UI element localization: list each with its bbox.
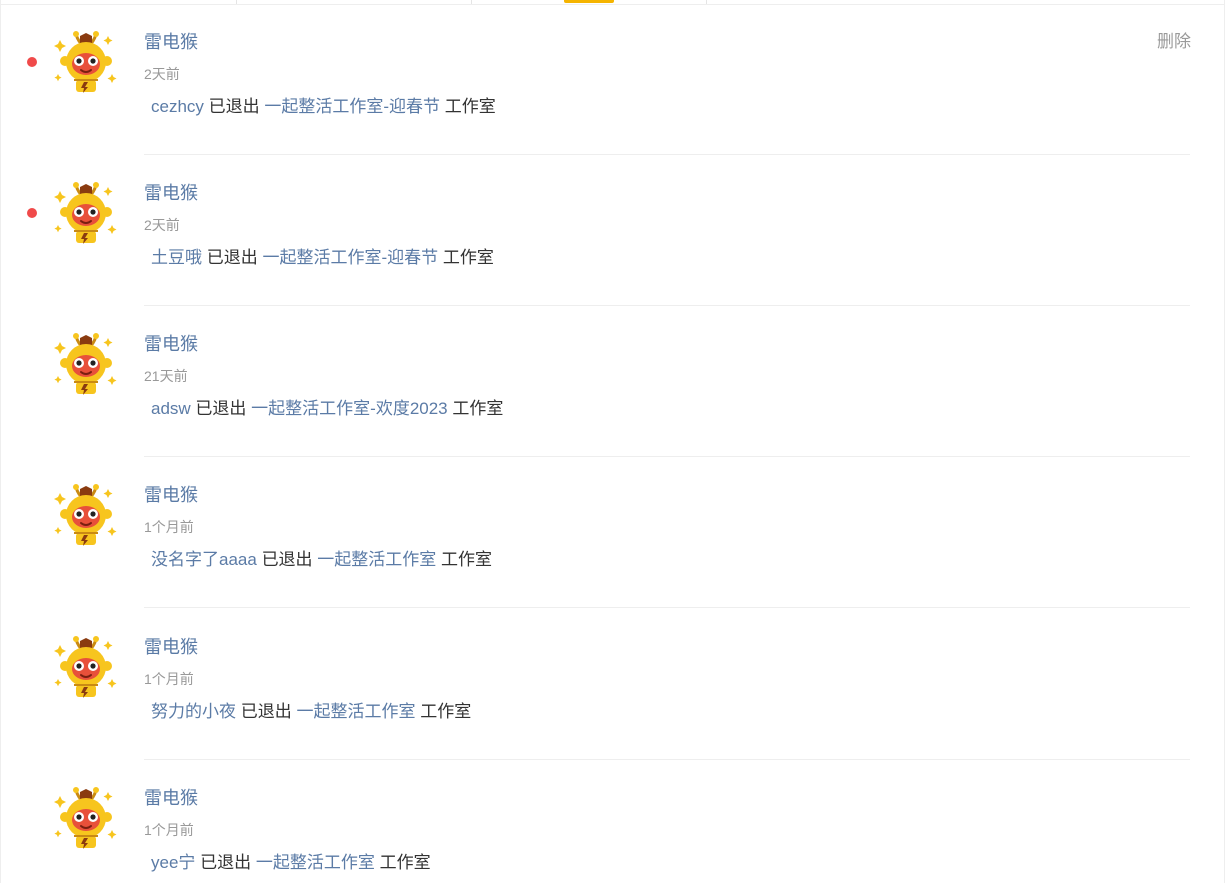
action-text: 已退出: [261, 550, 313, 569]
message-content: 努力的小夜 已退出 一起整活工作室 工作室: [151, 700, 471, 724]
action-text: 已退出: [206, 248, 258, 267]
avatar[interactable]: [54, 332, 118, 396]
studio-suffix: 工作室: [442, 248, 494, 267]
message-content: 没名字了aaaa 已退出 一起整活工作室 工作室: [151, 548, 492, 572]
message-time: 2天前: [144, 66, 180, 82]
message-time: 2天前: [144, 217, 180, 233]
studio-suffix: 工作室: [441, 550, 493, 569]
studio-suffix: 工作室: [452, 399, 504, 418]
studio-suffix: 工作室: [444, 97, 496, 116]
monkey-mascot-icon: [54, 333, 117, 395]
sender-name[interactable]: 雷电猴: [144, 30, 198, 54]
delete-button[interactable]: 删除: [1157, 30, 1191, 54]
message-time: 1个月前: [144, 519, 194, 535]
action-text: 已退出: [208, 97, 260, 116]
studio-link[interactable]: 一起整活工作室-迎春节: [262, 248, 438, 267]
sender-name[interactable]: 雷电猴: [144, 635, 198, 659]
monkey-mascot-icon: [54, 484, 117, 546]
studio-link[interactable]: 一起整活工作室: [256, 853, 375, 872]
message-content: cezhcy 已退出 一起整活工作室-迎春节 工作室: [151, 95, 496, 119]
message-content: adsw 已退出 一起整活工作室-欢度2023 工作室: [151, 397, 503, 421]
message-item: 雷电猴 1个月前 yee宁 已退出 一起整活工作室 工作室: [1, 756, 1225, 883]
action-text: 已退出: [240, 702, 292, 721]
studio-link[interactable]: 一起整活工作室-迎春节: [264, 97, 440, 116]
message-item: 雷电猴 2天前 cezhcy 已退出 一起整活工作室-迎春节 工作室 删除: [1, 0, 1225, 155]
message-item: 雷电猴 1个月前 努力的小夜 已退出 一起整活工作室 工作室: [1, 605, 1225, 760]
avatar[interactable]: [54, 786, 118, 850]
message-content: 土豆哦 已退出 一起整活工作室-迎春节 工作室: [151, 246, 494, 270]
studio-link[interactable]: 一起整活工作室: [296, 702, 415, 721]
user-link[interactable]: cezhcy: [151, 97, 204, 116]
studio-link[interactable]: 一起整活工作室-欢度2023: [251, 399, 447, 418]
sender-name[interactable]: 雷电猴: [144, 332, 198, 356]
message-content: yee宁 已退出 一起整活工作室 工作室: [151, 851, 431, 875]
sender-name[interactable]: 雷电猴: [144, 181, 198, 205]
notification-list-page: 雷电猴 2天前 cezhcy 已退出 一起整活工作室-迎春节 工作室 删除 雷电…: [0, 0, 1225, 883]
message-item: 雷电猴 2天前 土豆哦 已退出 一起整活工作室-迎春节 工作室: [1, 151, 1225, 306]
monkey-mascot-icon: [54, 636, 117, 698]
user-link[interactable]: 土豆哦: [151, 248, 202, 267]
monkey-mascot-icon: [54, 31, 117, 93]
action-text: 已退出: [200, 853, 252, 872]
unread-dot: [27, 208, 37, 218]
message-time: 21天前: [144, 368, 188, 384]
avatar[interactable]: [54, 30, 118, 94]
monkey-mascot-icon: [54, 787, 117, 849]
avatar[interactable]: [54, 181, 118, 245]
message-time: 1个月前: [144, 671, 194, 687]
user-link[interactable]: 没名字了aaaa: [151, 550, 257, 569]
message-time: 1个月前: [144, 822, 194, 838]
monkey-mascot-icon: [54, 182, 117, 244]
user-link[interactable]: 努力的小夜: [151, 702, 236, 721]
avatar[interactable]: [54, 483, 118, 547]
sender-name[interactable]: 雷电猴: [144, 786, 198, 810]
message-item: 雷电猴 21天前 adsw 已退出 一起整活工作室-欢度2023 工作室: [1, 302, 1225, 457]
action-text: 已退出: [195, 399, 247, 418]
user-link[interactable]: yee宁: [151, 853, 195, 872]
sender-name[interactable]: 雷电猴: [144, 483, 198, 507]
studio-suffix: 工作室: [379, 853, 431, 872]
studio-link[interactable]: 一起整活工作室: [317, 550, 436, 569]
unread-dot: [27, 57, 37, 67]
studio-suffix: 工作室: [420, 702, 472, 721]
user-link[interactable]: adsw: [151, 399, 191, 418]
avatar[interactable]: [54, 635, 118, 699]
message-item: 雷电猴 1个月前 没名字了aaaa 已退出 一起整活工作室 工作室: [1, 453, 1225, 608]
